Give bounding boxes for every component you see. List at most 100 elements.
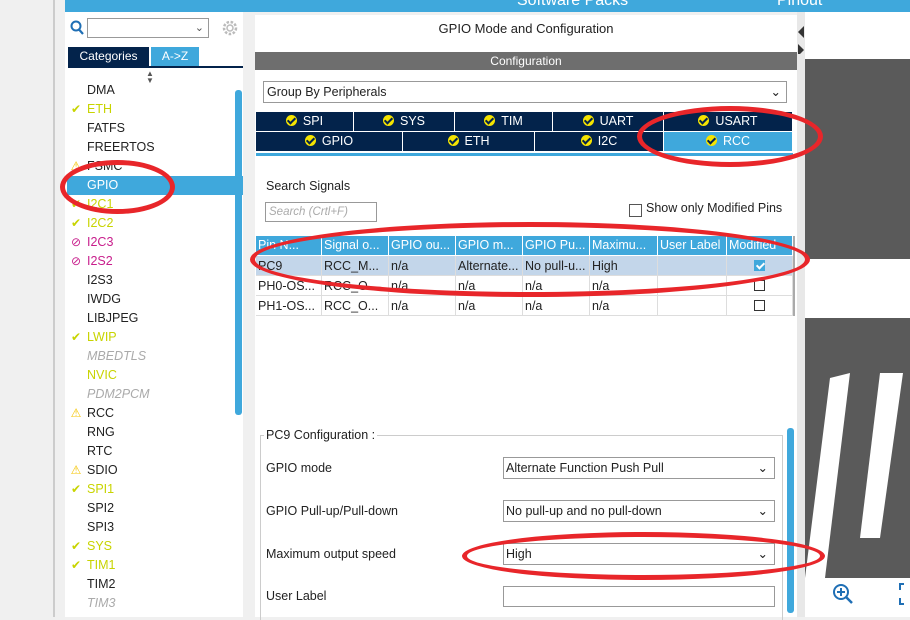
table-cell: RCC_O... <box>322 296 389 316</box>
sidebar-item-spi3[interactable]: SPI3 <box>67 518 235 537</box>
sidebar-item-tim2[interactable]: TIM2 <box>67 575 235 594</box>
sidebar-item-label: SYS <box>87 539 113 553</box>
sidebar-item-tim3[interactable]: TIM3 <box>67 594 235 613</box>
collapse-arrow-icon[interactable] <box>797 24 805 54</box>
chevron-down-icon: ⌄ <box>757 461 768 475</box>
sidebar-item-eth[interactable]: ✔ ETH <box>67 100 235 119</box>
zoom-in-icon[interactable] <box>831 582 855 606</box>
sidebar-item-freertos[interactable]: FREERTOS <box>67 138 235 157</box>
sidebar-item-spi2[interactable]: SPI2 <box>67 499 235 518</box>
table-cell: n/a <box>590 296 658 316</box>
gpio-pull-label: GPIO Pull-up/Pull-down <box>266 504 399 518</box>
gpio-mode-label: GPIO mode <box>266 461 332 475</box>
sidebar-item-i2s3[interactable]: I2S3 <box>67 271 235 290</box>
sidebar-item-nvic[interactable]: NVIC <box>67 366 235 385</box>
chevron-down-icon: ⌄ <box>757 504 768 518</box>
sidebar-item-pdm2pcm[interactable]: PDM2PCM <box>67 385 235 404</box>
checkmark-icon: ✔ <box>70 102 82 116</box>
sidebar-item-lwip[interactable]: ✔ LWIP <box>67 328 235 347</box>
check-circle-icon <box>447 135 459 146</box>
pinout-tab[interactable]: Pinout <box>777 0 822 10</box>
sidebar-item-label: TIM2 <box>87 577 116 591</box>
user-label-input[interactable] <box>503 586 775 607</box>
gpio-pull-value: No pull-up and no pull-down <box>506 504 662 518</box>
table-cell: PH1-OS... <box>256 296 322 316</box>
sidebar-item-iwdg[interactable]: IWDG <box>67 290 235 309</box>
sidebar-item-mbedtls[interactable]: MBEDTLS <box>67 347 235 366</box>
gear-icon[interactable] <box>220 18 240 38</box>
check-circle-icon <box>484 115 496 126</box>
check-circle-icon <box>285 115 297 126</box>
gpio-pull-select[interactable]: No pull-up and no pull-down ⌄ <box>503 500 775 522</box>
tab-spi[interactable]: SPI <box>256 112 354 131</box>
sidebar-item-spi1[interactable]: ✔ SPI1 <box>67 480 235 499</box>
sidebar-item-label: RNG <box>87 425 115 439</box>
checkmark-icon: ✔ <box>70 558 82 572</box>
prohibited-icon: ⊘ <box>70 235 82 249</box>
only-modified-checkbox[interactable] <box>629 204 642 217</box>
tab-sys[interactable]: SYS <box>354 112 455 131</box>
sidebar-item-label: LWIP <box>87 330 117 344</box>
panel-splitter[interactable] <box>797 12 805 617</box>
gpio-mode-select[interactable]: Alternate Function Push Pull ⌄ <box>503 457 775 479</box>
sidebar-item-label: I2C3 <box>87 235 114 249</box>
modified-checkbox[interactable] <box>754 300 765 311</box>
sidebar-item-i2s2[interactable]: ⊘ I2S2 <box>67 252 235 271</box>
sidebar-item-libjpeg[interactable]: LIBJPEG <box>67 309 235 328</box>
pinout-view-bg <box>805 12 910 59</box>
sidebar-item-rcc[interactable]: ⚠ RCC <box>67 404 235 423</box>
tab-gpio[interactable]: GPIO <box>256 132 403 151</box>
tab-label: I2C <box>597 134 618 148</box>
sidebar-item-label: ETH <box>87 102 112 116</box>
tab-underline <box>68 66 243 68</box>
peripheral-search-combo[interactable]: ⌄ <box>87 18 209 38</box>
tab-label: TIM <box>501 114 523 128</box>
sidebar-item-sys[interactable]: ✔ SYS <box>67 537 235 556</box>
tab-categories[interactable]: Categories <box>68 47 149 66</box>
tab-a-to-z[interactable]: A->Z <box>151 47 199 66</box>
sidebar-item-dma[interactable]: DMA <box>67 81 235 100</box>
software-packs-tab[interactable]: Software Packs <box>517 0 628 10</box>
table-cell: n/a <box>389 296 456 316</box>
sidebar-item-label: SPI3 <box>87 520 115 534</box>
chip-view-lower <box>805 318 910 578</box>
checkmark-icon: ✔ <box>70 482 82 496</box>
sidebar-item-i2c3[interactable]: ⊘ I2C3 <box>67 233 235 252</box>
sidebar-item-tim1[interactable]: ✔ TIM1 <box>67 556 235 575</box>
search-icon[interactable] <box>70 20 84 36</box>
warning-icon: ⚠ <box>70 406 82 420</box>
zoom-toolbar <box>805 578 910 617</box>
sidebar-item-label: PDM2PCM <box>87 387 150 401</box>
search-signals-label: Search Signals <box>266 179 351 193</box>
page-title: GPIO Mode and Configuration <box>255 15 797 43</box>
group-by-value: Group By Peripherals <box>267 85 387 99</box>
config-scrollbar[interactable] <box>787 428 794 613</box>
sidebar-item-label: RTC <box>87 444 113 458</box>
left-scrollbar[interactable] <box>235 90 242 415</box>
sidebar-item-label: FREERTOS <box>87 140 155 154</box>
top-nav-bar: Software Packs Pinout <box>65 0 910 12</box>
user-label-label: User Label <box>266 589 327 603</box>
sidebar-item-label: LIBJPEG <box>87 311 139 325</box>
check-circle-icon <box>382 115 394 126</box>
search-signals-input[interactable]: Search (Crtl+F) <box>265 202 377 222</box>
tab-eth[interactable]: ETH <box>403 132 535 151</box>
sidebar-item-rtc[interactable]: RTC <box>67 442 235 461</box>
fit-screen-icon[interactable] <box>898 582 910 606</box>
table-cell: n/a <box>523 296 590 316</box>
sidebar-item-label: SPI2 <box>87 501 115 515</box>
sidebar-item-fatfs[interactable]: FATFS <box>67 119 235 138</box>
annotation-ellipse-rcc <box>637 106 823 167</box>
sidebar-item-label: I2S2 <box>87 254 113 268</box>
chevron-down-icon: ⌄ <box>770 85 781 99</box>
group-by-select[interactable]: Group By Peripherals ⌄ <box>263 81 787 103</box>
max-speed-label: Maximum output speed <box>266 547 396 561</box>
pc9-config-title: PC9 Configuration : <box>264 428 378 442</box>
sidebar-item-rng[interactable]: RNG <box>67 423 235 442</box>
tab-tim[interactable]: TIM <box>455 112 553 131</box>
check-circle-icon <box>304 135 316 146</box>
check-circle-icon <box>582 115 594 126</box>
sidebar-item-sdio[interactable]: ⚠ SDIO <box>67 461 235 480</box>
sidebar-item-i2c2[interactable]: ✔ I2C2 <box>67 214 235 233</box>
tab-label: GPIO <box>321 134 354 148</box>
